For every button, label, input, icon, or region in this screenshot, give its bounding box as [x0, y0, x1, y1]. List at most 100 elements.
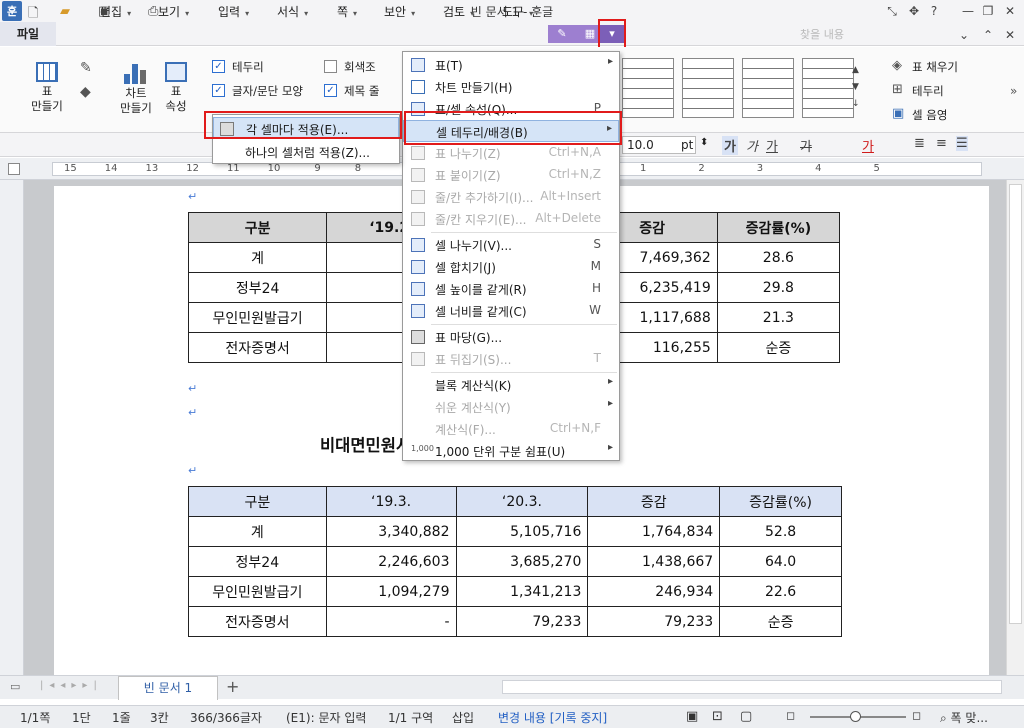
search-down-icon[interactable]: ⌄ — [954, 26, 974, 44]
view-fit-icon[interactable]: ⊡ — [712, 709, 723, 724]
menu-item-equal-width[interactable]: 셀 너비를 같게(C) W — [403, 300, 619, 322]
table-props-icon — [165, 62, 187, 82]
status-mode: (E1): 문자 입력 — [286, 711, 367, 725]
table-props-button[interactable]: 표 속성 — [160, 60, 192, 122]
view-normal-icon[interactable]: ▣ — [686, 709, 698, 724]
menu-security[interactable]: 보안 ▾ — [384, 3, 415, 20]
vertical-scrollbar[interactable] — [1006, 180, 1024, 675]
status-area: 1/1 구역 — [388, 711, 434, 725]
char-para-checkbox-label: 글자/문단 모양 — [232, 84, 304, 98]
menu-format[interactable]: 서식 ▾ — [277, 3, 308, 20]
menu-item-flip-table[interactable]: 표 뒤집기(S)... T — [403, 348, 619, 370]
menu-item-block-calc[interactable]: 블록 계산식(K) ▸ — [403, 374, 619, 396]
bold-button[interactable]: 가 — [722, 136, 738, 155]
char-para-checkbox[interactable]: ✓ — [212, 84, 225, 97]
table-fill-button[interactable]: 표 채우기 — [912, 59, 958, 75]
menu-item-split-table[interactable]: 표 나누기(Z) Ctrl+N,A — [403, 142, 619, 164]
status-insert[interactable]: 삽입 — [452, 709, 474, 726]
ribbon-collapse-icon[interactable]: ⌃ — [978, 26, 998, 44]
join-table-icon — [411, 168, 425, 182]
table-style-3[interactable] — [742, 58, 794, 118]
menu-item-table[interactable]: 표(T) ▸ — [403, 54, 619, 76]
border-checkbox[interactable]: ✓ — [212, 60, 225, 73]
magnifier-icon: ⌕ — [940, 711, 951, 725]
pin-icon[interactable]: ✥ — [904, 2, 924, 20]
tab-nav-arrows[interactable]: |◂◂▸▸| — [40, 680, 103, 691]
scroll-thumb[interactable] — [1009, 184, 1022, 624]
zoom-thumb[interactable] — [850, 711, 861, 722]
ruler-ticks-right: 12345 — [640, 163, 880, 174]
table-style-1[interactable] — [622, 58, 674, 118]
table-2[interactable]: 구분 ‘19.3. ‘20.3. 증감 증감률(%) 계 3,340,882 5… — [188, 486, 842, 637]
cell-shade-dropdown[interactable]: 셀 음영 — [912, 107, 947, 123]
menu-item-join-table[interactable]: 표 붙이기(Z) Ctrl+N,Z — [403, 164, 619, 186]
menu-page[interactable]: 쪽 ▾ — [337, 3, 357, 20]
align-both-icon[interactable]: ☰ — [956, 136, 968, 151]
menu-item-delete-rowcol[interactable]: 줄/칸 지우기(E)... Alt+Delete — [403, 208, 619, 230]
border-dropdown[interactable]: 테두리 — [912, 83, 944, 99]
menu-item-merge-cell[interactable]: 셀 합치기(J) M — [403, 256, 619, 278]
menu-tools[interactable]: 도구 ▾ — [502, 3, 533, 20]
table-style-2[interactable] — [682, 58, 734, 118]
table-style-4[interactable] — [802, 58, 854, 118]
menu-review[interactable]: 검토 ▾ — [443, 3, 474, 20]
menu-item-add-rowcol[interactable]: 줄/칸 추가하기(I)... Alt+Insert — [403, 186, 619, 208]
align-justify-icon[interactable]: ≣ — [914, 136, 925, 151]
font-size-spinner[interactable]: ⬍ — [700, 137, 708, 148]
submenu-arrow-icon: ▸ — [607, 376, 613, 387]
ribbon-more-icon[interactable]: » — [1010, 84, 1017, 98]
gallery-scroll[interactable]: ▲ ▼ ↓ — [852, 62, 860, 113]
menu-view[interactable]: 보기 ▾ — [158, 3, 189, 20]
strike-button[interactable]: 가 — [800, 136, 812, 155]
font-color-button[interactable]: 가 — [862, 136, 874, 155]
new-doc-icon[interactable]: 🗋 — [28, 4, 38, 26]
grayscale-checkbox[interactable] — [324, 60, 337, 73]
search-input[interactable]: 찾을 내용 — [800, 26, 844, 42]
menu-item-formula[interactable]: 계산식(F)... Ctrl+N,F — [403, 418, 619, 440]
print-icon[interactable]: ⎙ — [148, 4, 158, 19]
add-tab-button[interactable]: + — [226, 677, 239, 696]
table-pen-icon[interactable]: ✎ — [80, 60, 92, 76]
submenu-item-as-one-cell[interactable]: 하나의 셀처럼 적용(Z)... — [213, 141, 399, 163]
font-size-input[interactable]: 10.0 pt — [622, 136, 696, 154]
fill-icon: ◈ — [892, 58, 902, 73]
menu-item-easy-calc[interactable]: 쉬운 계산식(Y) ▸ — [403, 396, 619, 418]
save-icon[interactable]: ▣ — [98, 4, 110, 19]
zoom-out-icon[interactable]: ◻ — [786, 709, 795, 722]
restore-button[interactable]: ❐ — [978, 2, 998, 20]
border-checkbox-label: 테두리 — [232, 60, 264, 74]
open-folder-icon[interactable]: ▰ — [60, 4, 70, 19]
quick-style-button[interactable]: ✎ — [548, 25, 576, 43]
zoom-dropdown[interactable]: ⌕ 폭 맞... — [940, 709, 988, 726]
ruler-corner[interactable] — [8, 163, 20, 175]
help-button[interactable]: ? — [924, 2, 944, 20]
table-make-button[interactable]: 표 만들기 — [30, 60, 64, 122]
menu-item-thousand-sep[interactable]: 1,000 1,000 단위 구분 쉼표(U) ▸ — [403, 440, 619, 462]
align-left-icon[interactable]: ≡ — [936, 136, 947, 151]
menu-item-table-gallery[interactable]: 표 마당(G)... — [403, 326, 619, 348]
minimize-button[interactable]: — — [958, 2, 978, 20]
menu-item-split-cell[interactable]: 셀 나누기(V)... S — [403, 234, 619, 256]
status-section: 1단 — [72, 711, 91, 725]
horizontal-scrollbar[interactable] — [502, 680, 1002, 694]
menu-item-chart[interactable]: 차트 만들기(H) — [403, 76, 619, 98]
zoom-in-icon[interactable]: ◻ — [912, 709, 921, 722]
status-track-changes[interactable]: 변경 내용 [기록 중지] — [498, 709, 607, 726]
close-button[interactable]: ✕ — [1000, 2, 1020, 20]
ribbon-close-icon[interactable]: ✕ — [1000, 26, 1020, 44]
menu-insert[interactable]: 입력 ▾ — [218, 3, 249, 20]
view-page-icon[interactable]: ▢ — [740, 709, 752, 724]
fit-icon[interactable]: ⤡ — [882, 2, 902, 20]
tab-view-icon[interactable]: ▭ — [10, 680, 20, 693]
underline-button[interactable]: 가 — [766, 136, 778, 155]
table-eraser-icon[interactable]: ◆ — [80, 84, 91, 100]
header-row-checkbox[interactable]: ✓ — [324, 84, 337, 97]
add-rowcol-icon — [411, 190, 425, 204]
return-mark: ↵ — [188, 382, 198, 395]
italic-button[interactable]: 가 — [746, 136, 758, 155]
chart-make-button[interactable]: 차트 만들기 — [116, 60, 156, 122]
table-style-gallery — [622, 58, 866, 126]
tab-document[interactable]: 빈 문서 1 — [118, 676, 218, 700]
zoom-slider[interactable] — [810, 711, 906, 722]
menu-item-equal-height[interactable]: 셀 높이를 같게(R) H — [403, 278, 619, 300]
